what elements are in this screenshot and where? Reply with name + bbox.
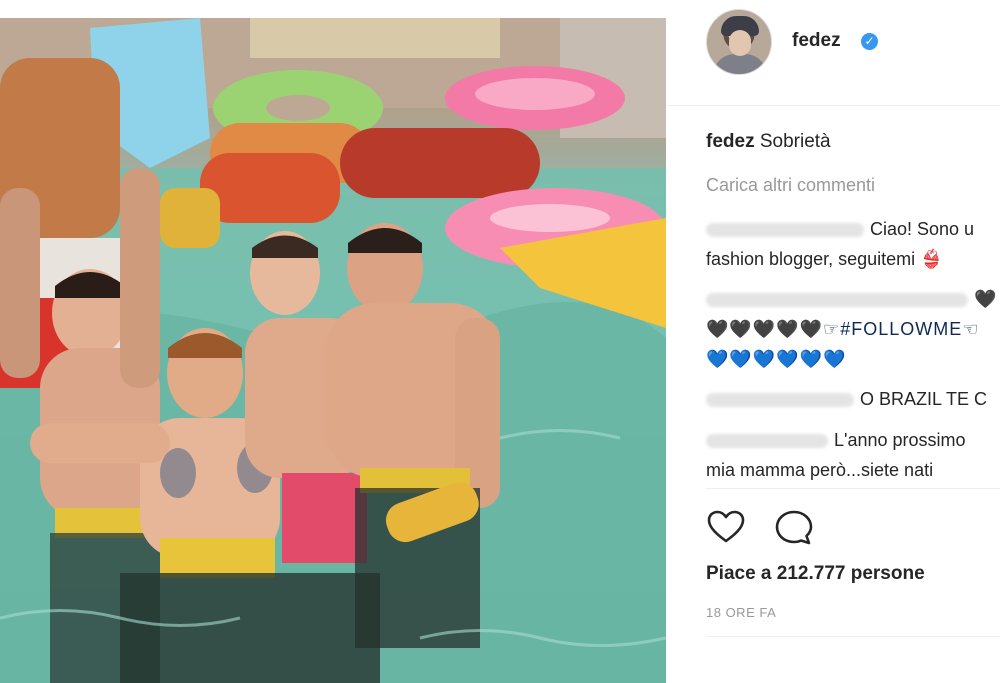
comment-item: L'anno prossimo mia mamma però...siete n… (706, 425, 966, 485)
comment-text: 🖤 (974, 289, 998, 309)
pool-party-image (0, 18, 666, 683)
comment-item: O BRAZIL TE C (706, 384, 987, 414)
red-float (340, 128, 540, 198)
comment-username-blurred[interactable] (706, 434, 828, 449)
comment-text: L'anno prossimo (834, 430, 966, 450)
likes-count[interactable]: Piace a 212.777 persone (706, 563, 925, 585)
comment-username-blurred[interactable] (706, 293, 968, 308)
heart-outline-icon[interactable] (706, 508, 746, 548)
railing (250, 18, 500, 58)
post-photo[interactable] (0, 18, 666, 683)
post-caption: fedez Sobrietà (706, 131, 831, 153)
comment-text: Ciao! Sono u (870, 219, 975, 239)
comment-text-line2: fashion blogger, seguitemi 👙 (706, 249, 943, 269)
caption-author[interactable]: fedez (706, 131, 755, 152)
comment-text-line3: 💙💙💙💙💙💙 (706, 349, 847, 369)
divider (706, 488, 1000, 489)
comment-text-line2: 🖤🖤🖤🖤🖤☞#FOLLOWME☜ (706, 319, 980, 339)
verified-badge-icon: ✓ (861, 33, 878, 50)
speech-bubble-icon[interactable] (774, 508, 814, 548)
post-timestamp[interactable]: 18 ORE FA (706, 605, 776, 620)
comment-username-blurred[interactable] (706, 223, 864, 238)
comment-item: 🖤 🖤🖤🖤🖤🖤☞#FOLLOWME☜ 💙💙💙💙💙💙 (706, 284, 997, 374)
author-username[interactable]: fedez (792, 30, 841, 52)
comment-item: Ciao! Sono u fashion blogger, seguitemi … (706, 214, 974, 274)
caption-text: Sobrietà (759, 131, 831, 152)
comment-text: O BRAZIL TE C (860, 389, 988, 409)
load-more-comments[interactable]: Carica altri commenti (706, 175, 875, 196)
avatar[interactable] (706, 9, 772, 75)
divider (706, 636, 1000, 637)
post-side-panel: fedez ✓ fedez Sobrietà Carica altri comm… (666, 0, 1000, 683)
comment-text-line2: mia mamma però...siete nati (706, 460, 934, 480)
post-header: fedez ✓ (666, 0, 1000, 106)
comment-username-blurred[interactable] (706, 393, 854, 408)
